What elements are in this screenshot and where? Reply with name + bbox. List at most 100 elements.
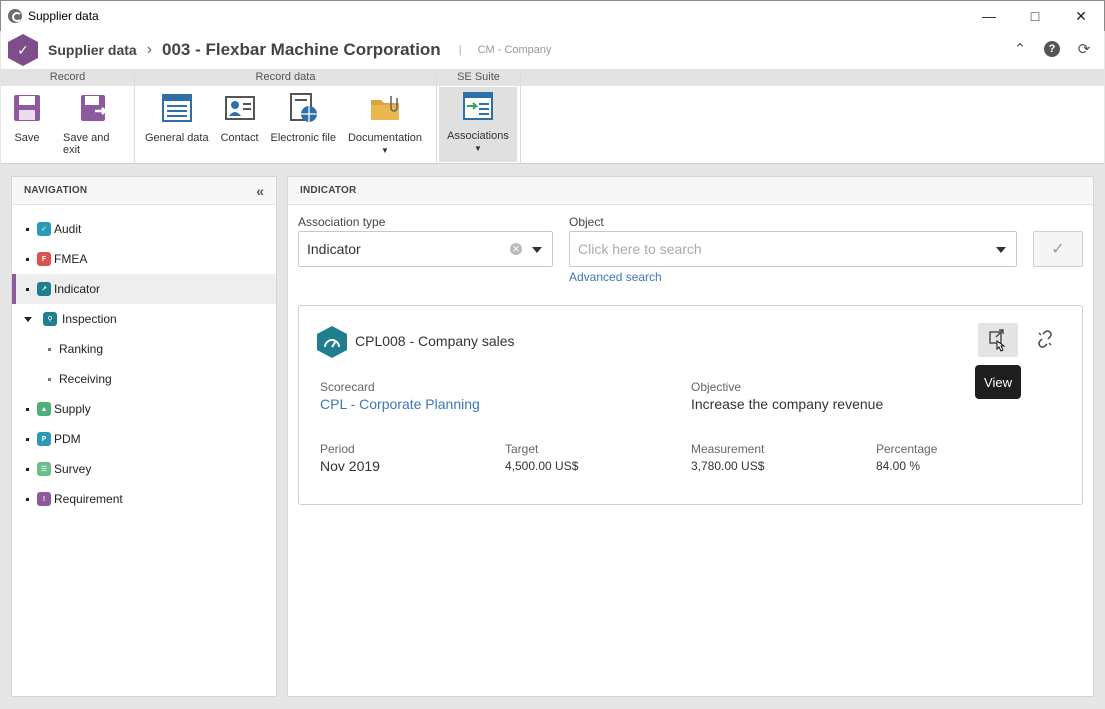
nav-item-label: Ranking — [59, 342, 104, 356]
unlink-icon — [1038, 330, 1052, 348]
documentation-dropdown-icon: ▼ — [380, 146, 389, 155]
objective-value: Increase the company revenue — [691, 396, 884, 412]
navigation-title: NAVIGATION — [12, 177, 276, 205]
percentage-value: 84.00 % — [876, 459, 921, 473]
nav-item-receiving[interactable]: Receiving — [12, 364, 276, 394]
general-data-icon — [161, 94, 192, 122]
close-button[interactable]: ✕ — [1058, 1, 1104, 31]
nav-item-label: Indicator — [54, 282, 101, 296]
measurement-value: 3,780.00 US$ — [691, 459, 765, 473]
breadcrumb-app[interactable]: Supplier data — [48, 42, 137, 58]
indicator-title: CPL008 - Company sales — [355, 333, 515, 349]
view-tooltip: View — [975, 365, 1021, 399]
supplier-logo-icon: ✓ — [8, 34, 38, 66]
fmea-icon: F — [37, 252, 51, 266]
page-subtitle: CM - Company — [477, 44, 552, 56]
documentation-button[interactable]: Documentation ▼ — [342, 89, 428, 160]
nav-item-audit[interactable]: ✓ Audit — [12, 214, 276, 244]
pdm-icon: P — [37, 432, 51, 446]
contact-button[interactable]: Contact — [215, 89, 265, 160]
ribbon-group-se-suite: SE Suite Associations ▼ — [437, 69, 521, 163]
indicator-panel: INDICATOR Association type Indicator ✕ O… — [287, 176, 1094, 697]
bullet — [26, 407, 29, 411]
bullet — [26, 467, 29, 471]
collapse-header-icon[interactable]: ⌃ — [1010, 39, 1030, 59]
panel-title: INDICATOR — [288, 177, 1093, 205]
dropdown-arrow-icon[interactable] — [532, 247, 542, 253]
general-data-button[interactable]: General data — [139, 89, 215, 160]
nav-item-inspection[interactable]: ⚲ Inspection — [12, 304, 276, 334]
period-label: Period — [320, 442, 355, 456]
confirm-association-button[interactable]: ✓ — [1033, 231, 1083, 267]
minimize-button[interactable]: — — [966, 1, 1012, 31]
maximize-button[interactable]: □ — [1012, 1, 1058, 31]
inspection-icon: ⚲ — [43, 312, 57, 326]
associations-dropdown-icon: ▼ — [474, 144, 482, 153]
documentation-icon — [370, 96, 399, 120]
navigation-list: ✓ Audit F FMEA ↗ Indicator ⚲ Inspection … — [12, 205, 276, 514]
unlink-button[interactable] — [1035, 329, 1055, 349]
bullet — [26, 497, 29, 501]
advanced-search-link[interactable]: Advanced search — [569, 270, 662, 284]
general-data-label: General data — [145, 132, 209, 144]
checkmark-icon: ✓ — [1051, 241, 1065, 258]
nav-item-survey[interactable]: ☰ Survey — [12, 454, 276, 484]
nav-item-label: Survey — [54, 462, 92, 476]
view-button[interactable] — [978, 323, 1018, 357]
target-value: 4,500.00 US$ — [505, 459, 579, 473]
refresh-icon[interactable]: ⟳ — [1074, 39, 1094, 59]
save-button[interactable]: Save — [5, 89, 49, 160]
window-title: Supplier data — [28, 9, 99, 23]
dropdown-arrow-icon[interactable] — [996, 247, 1006, 253]
indicator-gauge-icon — [317, 326, 347, 358]
audit-icon: ✓ — [37, 222, 51, 236]
save-exit-icon — [80, 95, 108, 121]
window-titlebar: Supplier data — □ ✕ — [0, 0, 1105, 31]
nav-item-label: PDM — [54, 432, 81, 446]
scorecard-link[interactable]: CPL - Corporate Planning — [320, 396, 480, 412]
header-bar: ✓ Supplier data › 003 - Flexbar Machine … — [1, 31, 1104, 69]
nav-item-label: Audit — [54, 222, 82, 236]
associations-button[interactable]: Associations ▼ — [439, 87, 517, 162]
nav-item-ranking[interactable]: Ranking — [12, 334, 276, 364]
bullet — [26, 437, 29, 441]
app-icon — [8, 9, 22, 23]
save-and-exit-button[interactable]: Save and exit — [57, 89, 130, 160]
ribbon-group-record-data: Record data General data Contact Electro… — [135, 69, 437, 163]
documentation-label: Documentation — [347, 132, 422, 144]
survey-icon: ☰ — [37, 462, 51, 476]
ribbon-spacer — [521, 69, 1104, 163]
open-external-icon — [989, 329, 1006, 352]
nav-item-indicator[interactable]: ↗ Indicator — [12, 274, 276, 304]
associations-icon — [463, 92, 493, 120]
ribbon-group-label: Record — [1, 69, 134, 86]
contact-icon — [224, 96, 255, 120]
ribbon-group-label: SE Suite — [437, 69, 520, 86]
bullet — [48, 347, 51, 351]
association-type-select[interactable]: Indicator ✕ — [298, 231, 553, 267]
nav-item-label: Supply — [54, 402, 91, 416]
bullet — [26, 287, 29, 291]
nav-item-requirement[interactable]: ! Requirement — [12, 484, 276, 514]
electronic-file-button[interactable]: Electronic file — [265, 89, 342, 160]
ribbon-group-record: Record Save Save and exit — [1, 69, 135, 163]
nav-item-supply[interactable]: ▲ Supply — [12, 394, 276, 424]
target-label: Target — [505, 442, 539, 456]
ribbon-group-label: Record data — [135, 69, 436, 86]
nav-item-pdm[interactable]: P PDM — [12, 424, 276, 454]
expand-toggle-icon[interactable] — [24, 316, 32, 322]
object-search-select[interactable]: Click here to search — [569, 231, 1017, 267]
header-actions: ⌃ ? ⟳ — [1010, 39, 1094, 59]
electronic-file-icon — [290, 93, 318, 122]
collapse-panel-icon[interactable]: « — [256, 183, 264, 199]
help-icon[interactable]: ? — [1044, 41, 1060, 57]
nav-item-fmea[interactable]: F FMEA — [12, 244, 276, 274]
save-and-exit-label: Save and exit — [63, 132, 110, 156]
measurement-label: Measurement — [691, 442, 765, 456]
object-label: Object — [569, 215, 604, 229]
associations-label: Associations — [447, 130, 509, 142]
indicator-icon: ↗ — [37, 282, 51, 296]
save-icon — [14, 95, 40, 121]
association-type-value: Indicator — [307, 241, 361, 257]
clear-selection-icon[interactable]: ✕ — [510, 243, 522, 255]
